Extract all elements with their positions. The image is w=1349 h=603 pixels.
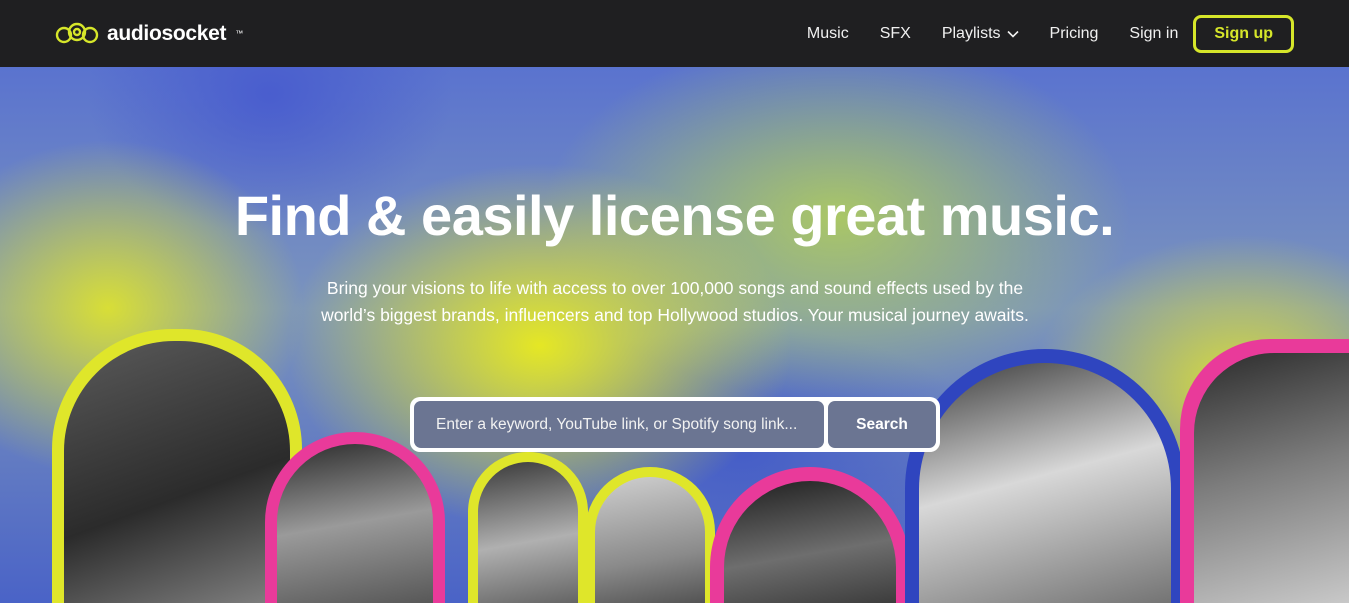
artist-photo-5 [710, 467, 910, 603]
artist-photo-6 [905, 349, 1185, 603]
search-form: Search [410, 397, 940, 452]
hero-subtitle: Bring your visions to life with access t… [321, 278, 1029, 325]
trademark-symbol: ™ [235, 29, 244, 38]
brand-name: audiosocket [107, 21, 227, 45]
search-input[interactable] [414, 401, 824, 448]
nav-link-sfx[interactable]: SFX [880, 25, 911, 43]
artist-photo-2 [265, 432, 445, 603]
brand-logo[interactable]: audiosocket ™ [55, 21, 243, 47]
chevron-down-icon [1006, 30, 1019, 38]
hero-section: Find & easily license great music. Bring… [0, 67, 1349, 603]
nav-link-music[interactable]: Music [807, 25, 849, 43]
nav-link-pricing[interactable]: Pricing [1050, 25, 1099, 43]
artist-photo-3 [468, 452, 588, 603]
top-navigation: audiosocket ™ Music SFX Playlists Pricing… [0, 0, 1349, 67]
audiosocket-logo-icon [55, 22, 99, 43]
sign-up-button[interactable]: Sign up [1193, 14, 1294, 53]
nav-link-playlists[interactable]: Playlists [942, 25, 1019, 43]
primary-nav: Music SFX Playlists Pricing Sign in Sign… [807, 0, 1294, 67]
search-button[interactable]: Search [828, 401, 936, 448]
hero-headline: Find & easily license great music. [234, 184, 1115, 247]
nav-link-playlists-label: Playlists [941, 24, 1001, 42]
nav-link-sign-in[interactable]: Sign in [1129, 25, 1178, 43]
artist-photo-4 [585, 467, 715, 603]
artist-photo-7 [1180, 339, 1349, 603]
